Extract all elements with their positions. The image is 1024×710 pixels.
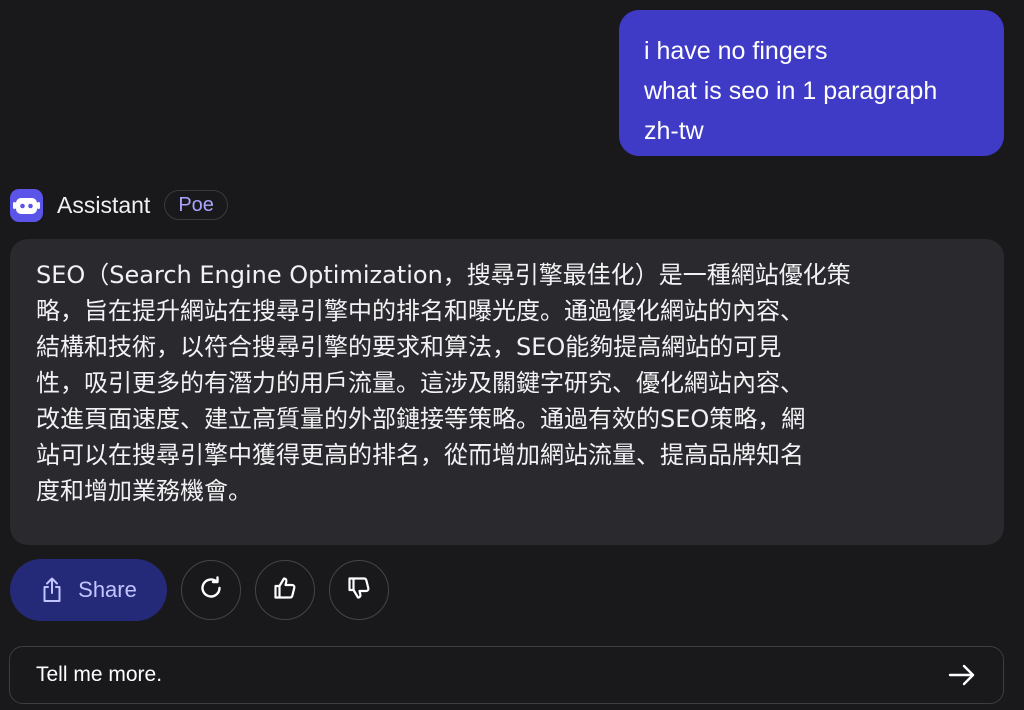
bot-message-line: 性，吸引更多的有潛力的用戶流量。這涉及關鍵字研究、優化網站內容、 [36, 369, 804, 397]
thumbs-down-button[interactable] [329, 560, 389, 620]
retry-button[interactable] [181, 560, 241, 620]
bot-message-line: 站可以在搜尋引擎中獲得更高的排名，從而增加網站流量、提高品牌知名 [36, 441, 804, 469]
thumbs-up-icon [272, 575, 298, 606]
user-message-line: zh-tw [644, 117, 704, 145]
bot-name[interactable]: Assistant [57, 192, 150, 219]
robot-icon[interactable] [10, 188, 43, 222]
user-message-line: i have no fingers [644, 37, 828, 65]
thumbs-down-icon [346, 575, 372, 606]
user-message-line: what is seo in 1 paragraph [644, 77, 938, 105]
thumbs-up-button[interactable] [255, 560, 315, 620]
bot-message-line: 略，旨在提升網站在搜尋引擎中的排名和曝光度。通過優化網站的內容、 [36, 297, 804, 325]
bot-message-line: SEO（Search Engine Optimization，搜尋引擎最佳化）是… [36, 261, 851, 289]
message-input[interactable]: Tell me more. [36, 663, 947, 687]
message-actions: Share [10, 559, 389, 621]
bot-message-line: 結構和技術，以符合搜尋引擎的要求和算法，SEO能夠提高網站的可見 [36, 333, 782, 361]
share-button[interactable]: Share [10, 559, 167, 621]
share-icon [40, 577, 64, 603]
user-message-bubble: i have no fingers what is seo in 1 parag… [619, 10, 1004, 156]
message-composer[interactable]: Tell me more. [9, 646, 1004, 704]
retry-icon [198, 575, 224, 606]
share-label: Share [78, 577, 137, 602]
bot-message-line: 度和增加業務機會。 [36, 477, 252, 505]
bot-message-line: 改進頁面速度、建立高質量的外部鏈接等策略。通過有效的SEO策略，網 [36, 405, 806, 433]
send-button[interactable] [947, 662, 977, 688]
bot-header: Assistant Poe [10, 186, 228, 224]
bot-message-bubble: SEO（Search Engine Optimization，搜尋引擎最佳化）是… [10, 239, 1004, 545]
arrow-right-icon [947, 662, 977, 688]
bot-badge[interactable]: Poe [164, 190, 228, 220]
